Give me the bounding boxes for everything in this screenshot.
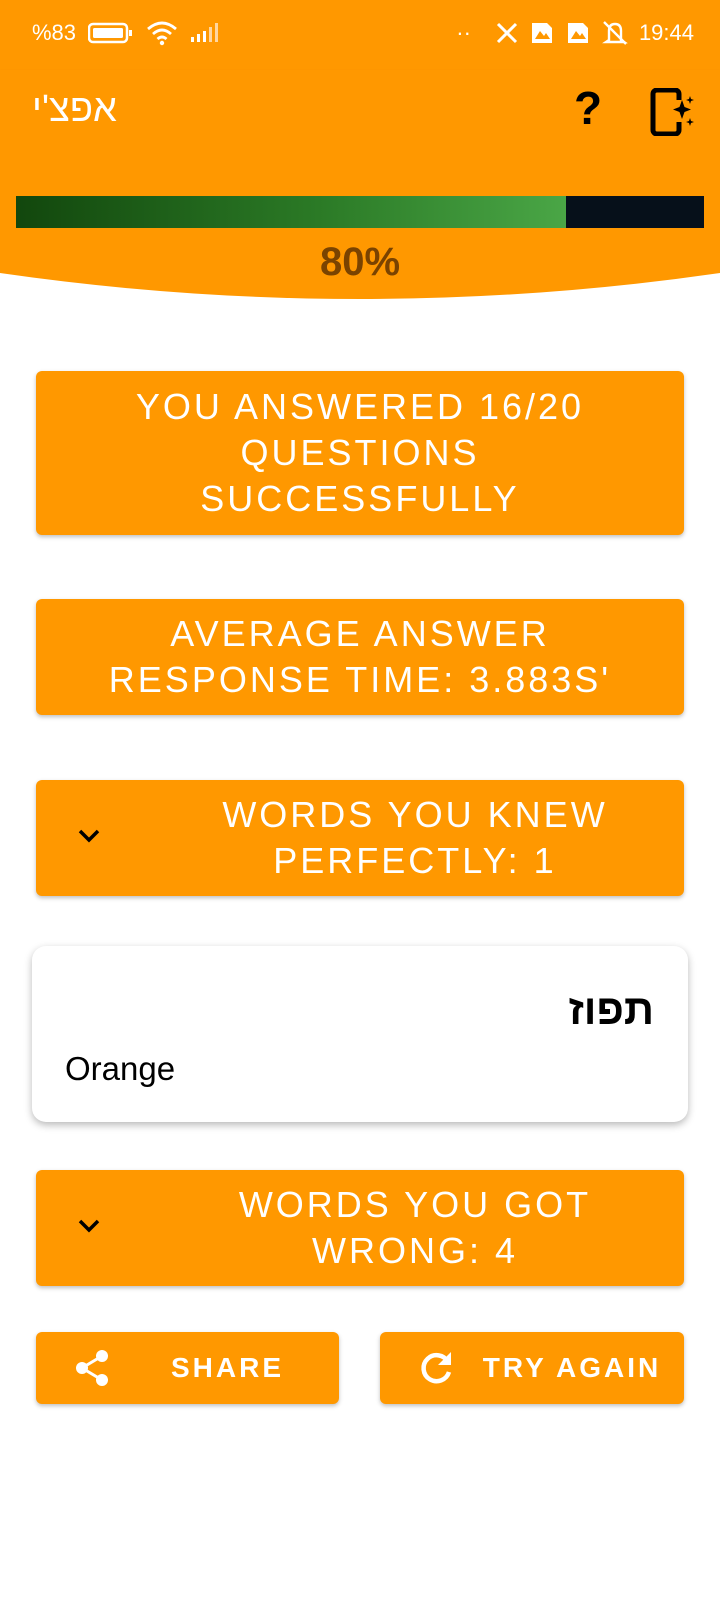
chevron-down-icon[interactable] [76, 1216, 102, 1236]
status-bar: %83 ·· 19:44 [0, 0, 720, 70]
answered-summary-text: YOU ANSWERED 16/20 QUESTIONS SUCCESSFULL… [135, 386, 585, 519]
word-translation: Orange [65, 1050, 176, 1087]
wifi-icon [147, 21, 177, 46]
x-app-icon [496, 22, 517, 44]
share-icon [76, 1350, 108, 1386]
progress-fill [16, 196, 567, 228]
share-label: SHARE [170, 1352, 284, 1383]
average-time-card: AVERAGE ANSWER RESPONSE TIME: 3.883S' [36, 599, 684, 715]
battery-percent: %83 [32, 20, 77, 45]
battery-icon [88, 22, 133, 44]
notification-icon [567, 23, 588, 43]
progress-percent: 80% [319, 240, 401, 284]
got-wrong-expander[interactable]: WORDS YOU GOT WRONG: 4 [36, 1170, 684, 1286]
signal-icon [191, 23, 219, 42]
help-icon[interactable]: ? [560, 80, 616, 136]
knew-perfectly-text: WORDS YOU KNEW PERFECTLY: 1 [222, 794, 608, 881]
try-again-label: TRY AGAIN [482, 1352, 662, 1383]
mute-icon [601, 21, 628, 45]
app-bar: אפצ'י ? [0, 70, 720, 165]
knew-perfectly-expander[interactable]: WORDS YOU KNEW PERFECTLY: 1 [36, 780, 684, 896]
device-sparkle-icon[interactable] [650, 88, 694, 136]
share-button[interactable]: SHARE [36, 1332, 339, 1404]
average-time-text: AVERAGE ANSWER RESPONSE TIME: 3.883S' [108, 613, 612, 700]
progress-bar [16, 196, 704, 228]
app-title: אפצ'י [32, 88, 117, 130]
answered-summary-card: YOU ANSWERED 16/20 QUESTIONS SUCCESSFULL… [36, 371, 684, 535]
status-time: 19:44 [638, 20, 694, 45]
refresh-icon [421, 1352, 452, 1384]
try-again-button[interactable]: TRY AGAIN [380, 1332, 684, 1404]
status-dots: ·· [456, 20, 471, 45]
word-hebrew: תפוז [568, 986, 654, 1033]
got-wrong-text: WORDS YOU GOT WRONG: 4 [238, 1184, 592, 1271]
chevron-down-icon[interactable] [76, 826, 102, 846]
word-card: תפוז Orange [32, 946, 688, 1122]
header-background [0, 165, 720, 299]
notification-icon [531, 23, 552, 43]
